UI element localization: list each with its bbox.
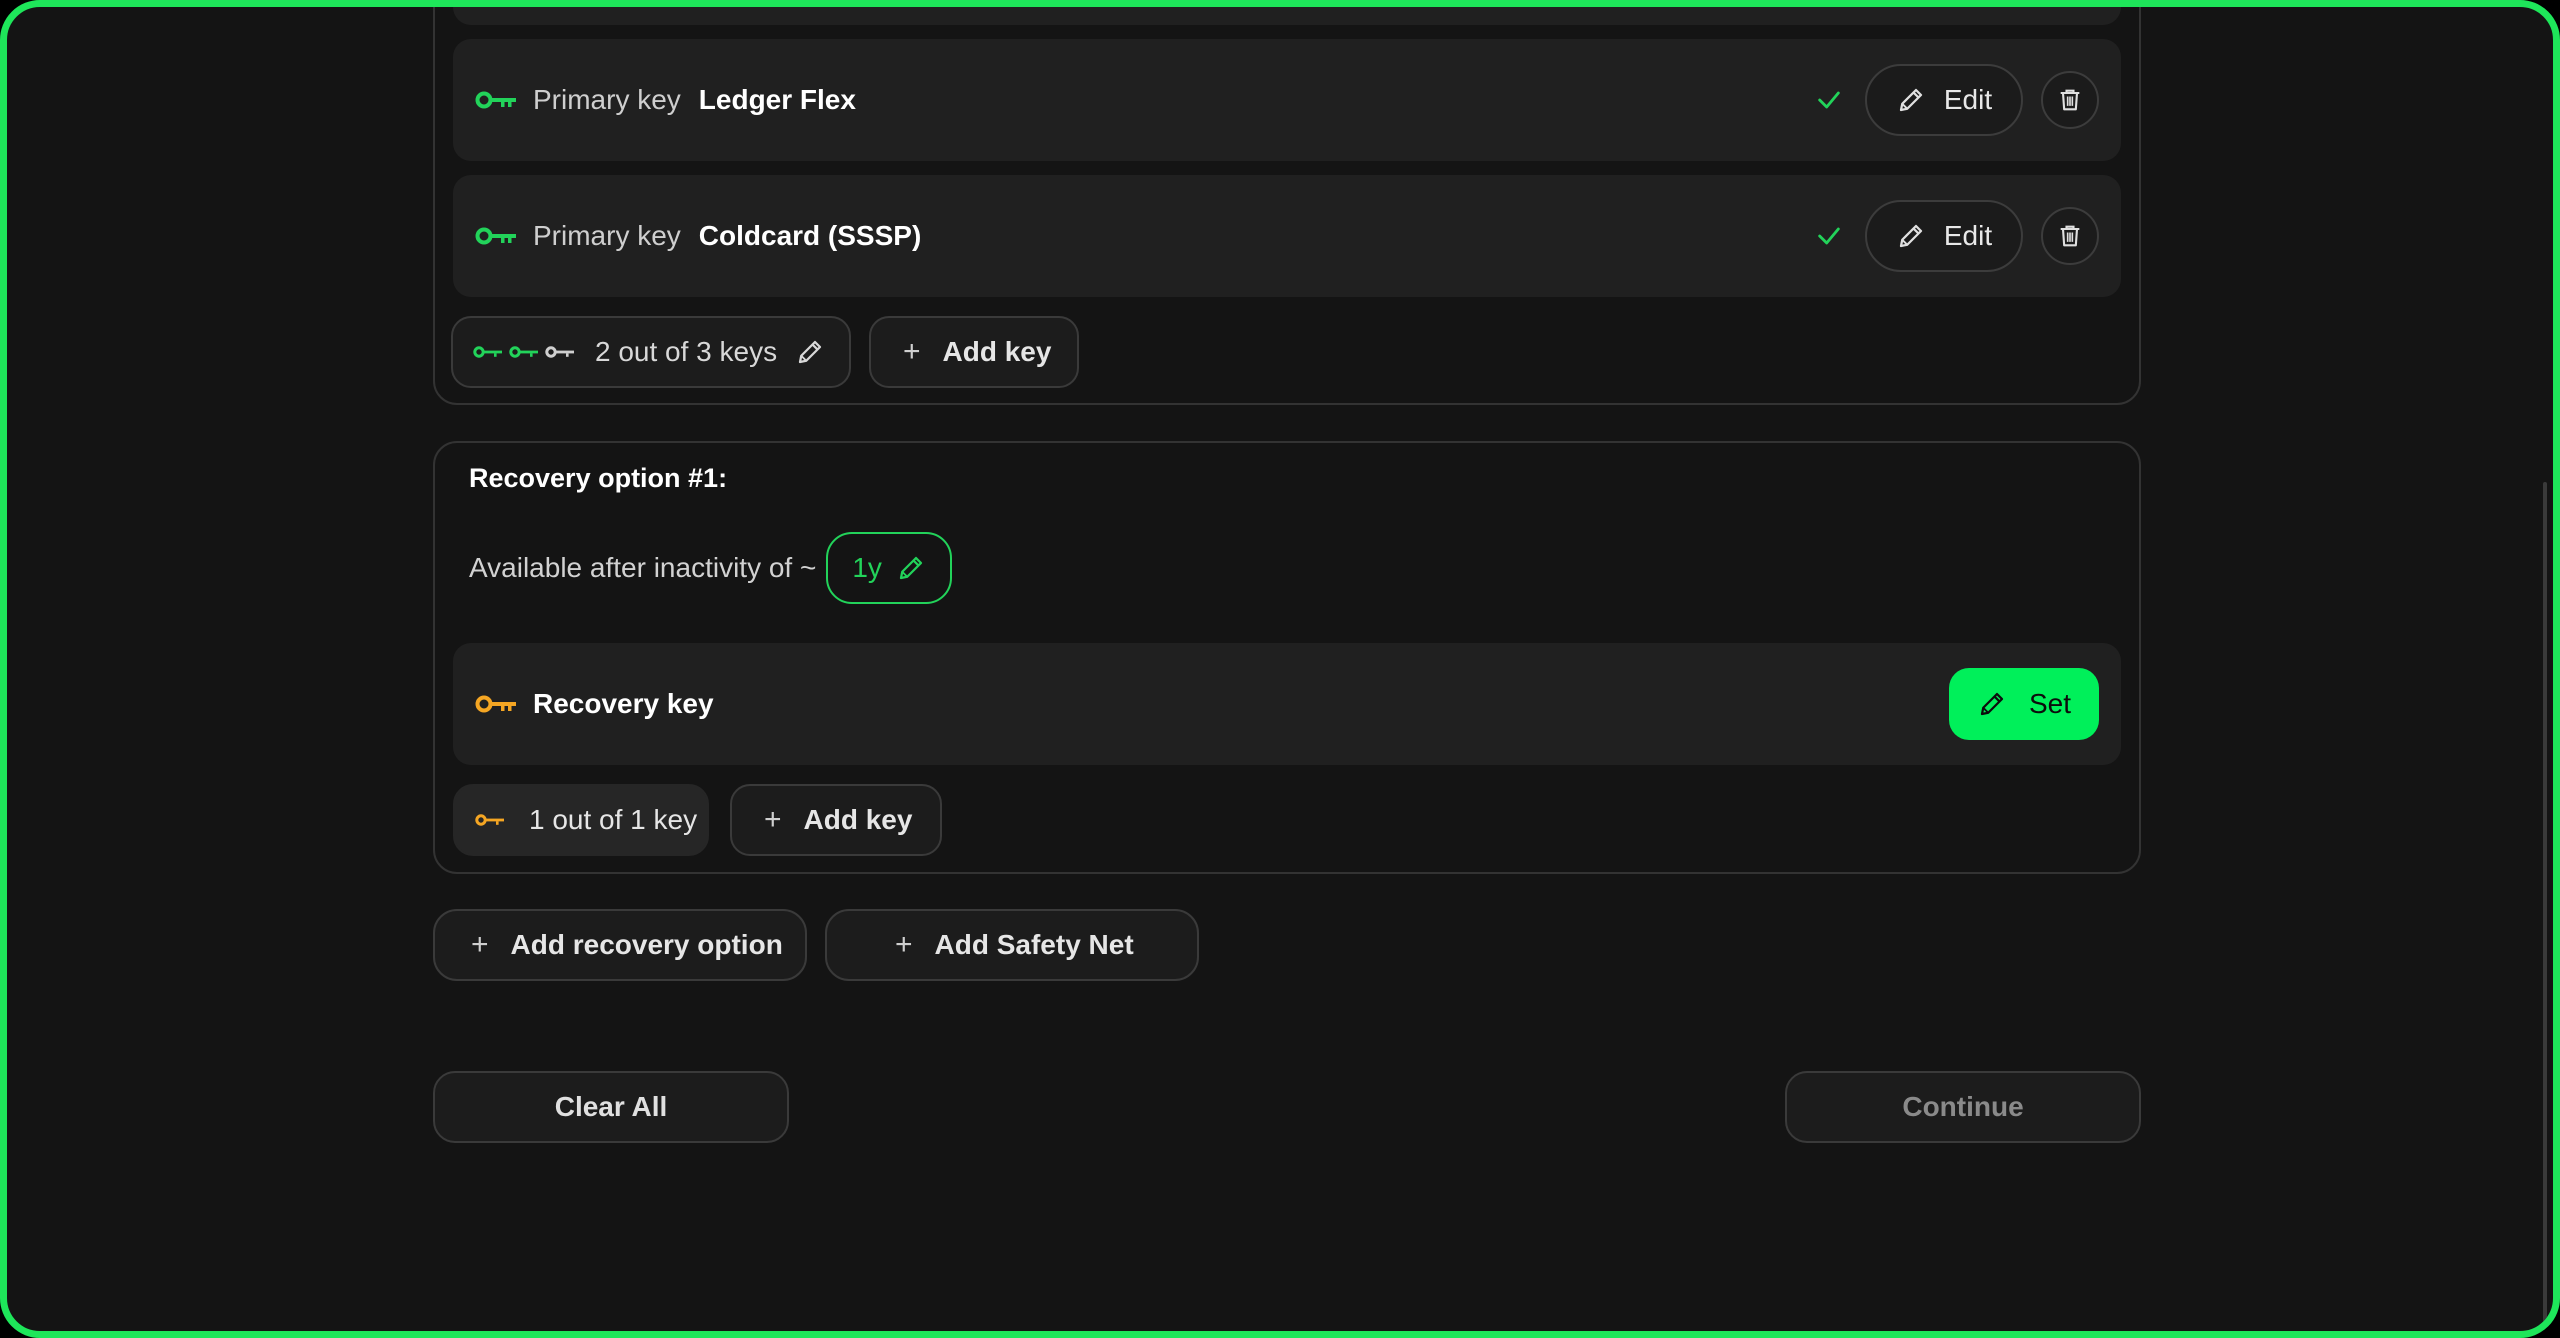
clear-all-label: Clear All [554,1091,668,1122]
clear-all-button[interactable]: Clear All [433,1071,789,1143]
add-recovery-option-label: Add recovery option [510,929,783,960]
trash-icon [2056,222,2084,250]
add-recovery-key-button[interactable]: + Add key [730,784,942,856]
threshold-label: 2 out of 3 keys [595,336,778,367]
plus-icon: + [903,335,921,368]
inactivity-value: 1y [852,552,882,583]
delete-button[interactable] [2041,71,2099,129]
pencil-icon [1896,221,1926,251]
key-kind-label: Primary key [533,84,681,115]
threshold-selector[interactable]: 2 out of 3 keys [451,316,851,388]
app-window: Primary key Ledger Flex Edit Primary key… [0,0,2560,1338]
key-icon [473,345,503,359]
add-recovery-option-button[interactable]: + Add recovery option [433,909,807,981]
plus-icon: + [895,928,913,961]
add-key-button[interactable]: + Add key [869,316,1079,388]
add-safety-net-button[interactable]: + Add Safety Net [825,909,1199,981]
key-icon [475,813,505,827]
add-safety-net-label: Add Safety Net [934,929,1134,960]
plus-icon: + [764,803,782,836]
inactivity-row: Available after inactivity of ~ 1y [469,532,952,604]
key-icon [475,226,517,246]
inactivity-label: Available after inactivity of ~ [469,552,817,583]
key-icon [475,694,517,714]
primary-key-row: Primary key Coldcard (SSSP) Edit [453,175,2121,297]
recovery-key-label: Recovery key [533,688,714,719]
key-name: Ledger Flex [698,84,856,115]
plus-icon: + [471,928,489,961]
key-row-partial [453,7,2121,25]
set-button-label: Set [2028,688,2072,719]
key-icon [475,90,517,110]
key-icon [545,345,575,359]
edit-button-label: Edit [1943,220,1993,251]
edit-button[interactable]: Edit [1865,64,2023,136]
recovery-key-row: Recovery key Set [453,643,2121,765]
edit-button[interactable]: Edit [1865,200,2023,272]
key-name: Coldcard (SSSP) [698,220,922,251]
add-key-label: Add key [942,336,1052,367]
check-icon [1815,222,1843,250]
continue-label: Continue [1902,1091,2024,1122]
recovery-threshold: 1 out of 1 key [453,784,709,856]
continue-button[interactable]: Continue [1785,1071,2141,1143]
recovery-threshold-label: 1 out of 1 key [529,804,698,835]
key-kind-label: Primary key [533,220,681,251]
edit-button-label: Edit [1943,84,1993,115]
trash-icon [2056,86,2084,114]
pencil-icon [896,553,926,583]
add-key-label: Add key [803,804,913,835]
scrollbar[interactable] [2543,482,2547,1322]
check-icon [1815,86,1843,114]
set-key-button[interactable]: Set [1949,668,2099,740]
pencil-icon [1896,85,1926,115]
recovery-option-title: Recovery option #1: [469,463,728,493]
pencil-icon [1977,689,2007,719]
pencil-icon [795,337,825,367]
delete-button[interactable] [2041,207,2099,265]
primary-key-row: Primary key Ledger Flex Edit [453,39,2121,161]
inactivity-period-button[interactable]: 1y [826,532,952,604]
key-icon [509,345,539,359]
